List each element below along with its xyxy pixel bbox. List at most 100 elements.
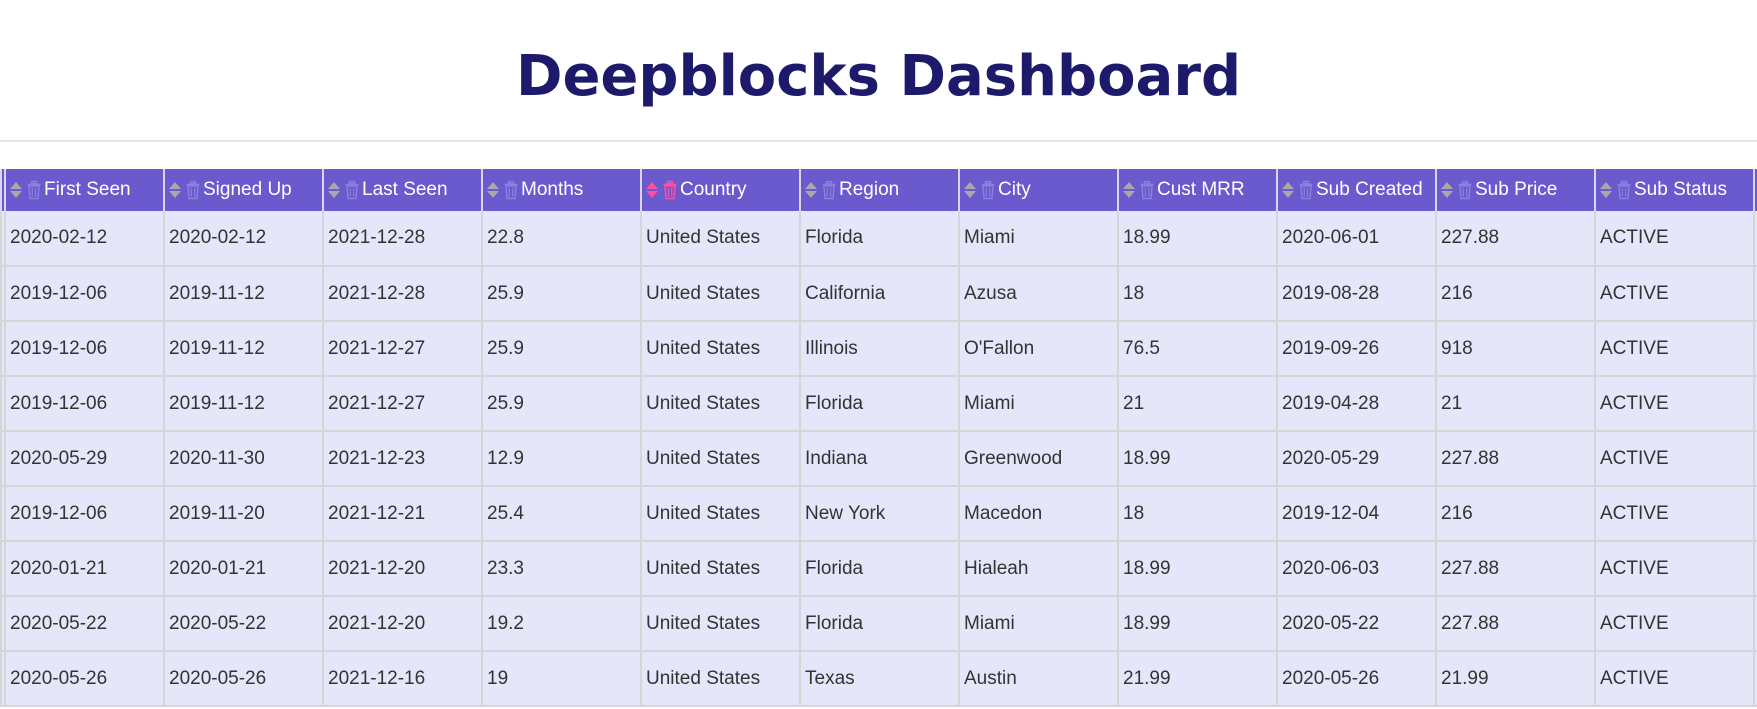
table-row[interactable]: 2020-05-26 2020-05-26 2021-12-16 19 United S… [0, 651, 1757, 707]
cell-cust-mrr: 18.99 [1117, 596, 1277, 652]
cell-country: United States [640, 376, 800, 432]
table-row[interactable]: 2019-12-06 2019-11-12 2021-12-27 25.9 United… [0, 321, 1757, 377]
column-header-region[interactable]: Region [799, 169, 959, 211]
trash-icon[interactable] [1139, 180, 1155, 200]
trash-icon[interactable] [1616, 180, 1632, 200]
cell-last-seen: 2021-12-23 [322, 431, 482, 487]
cell-months: 25.9 [481, 266, 641, 322]
cell-country: United States [640, 651, 800, 707]
cell-sub-created: 2019-04-28 [1276, 376, 1436, 432]
column-header-label: City [998, 179, 1031, 200]
table-row[interactable]: 2019-12-06 2019-11-20 2021-12-21 25.4 United… [0, 486, 1757, 542]
sort-icon[interactable] [964, 180, 976, 200]
cell-region: California [799, 266, 959, 322]
cell-sub-status: ACTIVE [1594, 376, 1754, 432]
trash-icon[interactable] [662, 180, 678, 200]
cell-cust-mrr: 18.99 [1117, 431, 1277, 487]
column-header-inner: First Seen [10, 169, 163, 211]
column-header-sub-created[interactable]: Sub Created [1276, 169, 1436, 211]
sort-icon[interactable] [169, 180, 181, 200]
cell-sub-created: 2020-05-26 [1276, 651, 1436, 707]
sort-icon[interactable] [646, 180, 658, 200]
trash-icon[interactable] [980, 180, 996, 200]
cell-last-seen: 2021-12-21 [322, 486, 482, 542]
column-header-sub-status[interactable]: Sub Status [1594, 169, 1754, 211]
column-header-label: Sub Status [1634, 179, 1727, 200]
table-row[interactable]: 2020-02-12 2020-02-12 2021-12-28 22.8 United… [0, 211, 1757, 267]
cell-sub-status: ACTIVE [1594, 266, 1754, 322]
cell-months: 19.2 [481, 596, 641, 652]
cell-city: Macedon [958, 486, 1118, 542]
trash-icon[interactable] [1298, 180, 1314, 200]
table-header-row: First Seen Signed Up Last Seen Months Countr… [0, 169, 1757, 211]
column-header-first-seen[interactable]: First Seen [4, 169, 164, 211]
sort-icon[interactable] [487, 180, 499, 200]
trash-icon[interactable] [821, 180, 837, 200]
sort-icon[interactable] [1441, 180, 1453, 200]
cell-last-seen: 2021-12-16 [322, 651, 482, 707]
table-row[interactable]: 2019-12-06 2019-11-12 2021-12-27 25.9 United… [0, 376, 1757, 432]
column-header-inner: Sub Price [1441, 169, 1594, 211]
column-header-label: Country [680, 179, 747, 200]
column-header-sub-price[interactable]: Sub Price [1435, 169, 1595, 211]
table-row[interactable]: 2020-05-29 2020-11-30 2021-12-23 12.9 United… [0, 431, 1757, 487]
cell-signed-up: 2019-11-12 [163, 266, 323, 322]
cell-sub-price: 216 [1435, 266, 1595, 322]
sort-icon[interactable] [10, 180, 22, 200]
cell-city: Hialeah [958, 541, 1118, 597]
cell-region: Florida [799, 376, 959, 432]
column-header-country[interactable]: Country [640, 169, 800, 211]
page-title: Deepblocks Dashboard [515, 44, 1242, 109]
cell-last-seen: 2021-12-27 [322, 321, 482, 377]
trash-icon[interactable] [1457, 180, 1473, 200]
cell-sub-price: 227.88 [1435, 596, 1595, 652]
table-row[interactable]: 2019-12-06 2019-11-12 2021-12-28 25.9 United… [0, 266, 1757, 322]
cell-cust-mrr: 21.99 [1117, 651, 1277, 707]
cell-months: 19 [481, 651, 641, 707]
trash-icon[interactable] [344, 180, 360, 200]
table-row[interactable]: 2020-05-22 2020-05-22 2021-12-20 19.2 United… [0, 596, 1757, 652]
cell-sub-created: 2019-08-28 [1276, 266, 1436, 322]
cell-region: Florida [799, 596, 959, 652]
trash-icon[interactable] [185, 180, 201, 200]
column-header-cust-mrr[interactable]: Cust MRR [1117, 169, 1277, 211]
cell-sub-price: 216 [1435, 486, 1595, 542]
cell-sub-price: 227.88 [1435, 541, 1595, 597]
column-header-signed-up[interactable]: Signed Up [163, 169, 323, 211]
column-header-inner: Sub Status [1600, 169, 1753, 211]
cell-country: United States [640, 321, 800, 377]
column-header-city[interactable]: City [958, 169, 1118, 211]
cell-sub-created: 2020-05-29 [1276, 431, 1436, 487]
column-header-months[interactable]: Months [481, 169, 641, 211]
trash-icon[interactable] [26, 180, 42, 200]
sort-icon[interactable] [328, 180, 340, 200]
table-row[interactable]: 2020-01-21 2020-01-21 2021-12-20 23.3 United… [0, 541, 1757, 597]
column-header-label: Sub Price [1475, 179, 1558, 200]
cell-first-seen: 2019-12-06 [4, 321, 164, 377]
cell-sub-status: ACTIVE [1594, 651, 1754, 707]
cell-cust-mrr: 18 [1117, 486, 1277, 542]
cell-signed-up: 2020-01-21 [163, 541, 323, 597]
cell-city: Miami [958, 376, 1118, 432]
cell-region: Illinois [799, 321, 959, 377]
column-header-last-seen[interactable]: Last Seen [322, 169, 482, 211]
sort-icon[interactable] [1282, 180, 1294, 200]
cell-last-seen: 2021-12-28 [322, 211, 482, 267]
sort-icon[interactable] [1123, 180, 1135, 200]
cell-months: 23.3 [481, 541, 641, 597]
data-table-container[interactable]: First Seen Signed Up Last Seen Months Countr… [0, 169, 1757, 709]
cell-sub-price: 918 [1435, 321, 1595, 377]
trash-icon[interactable] [503, 180, 519, 200]
column-header-label: Cust MRR [1157, 179, 1245, 200]
cell-region: Florida [799, 541, 959, 597]
cell-signed-up: 2019-11-20 [163, 486, 323, 542]
cell-months: 25.9 [481, 321, 641, 377]
cell-sub-price: 227.88 [1435, 211, 1595, 267]
sort-icon[interactable] [805, 180, 817, 200]
cell-sub-created: 2020-06-03 [1276, 541, 1436, 597]
sort-icon[interactable] [1600, 180, 1612, 200]
cell-signed-up: 2019-11-12 [163, 376, 323, 432]
cell-sub-created: 2019-09-26 [1276, 321, 1436, 377]
column-header-label: Sub Created [1316, 179, 1423, 200]
page-header: Deepblocks Dashboard [0, 0, 1757, 142]
